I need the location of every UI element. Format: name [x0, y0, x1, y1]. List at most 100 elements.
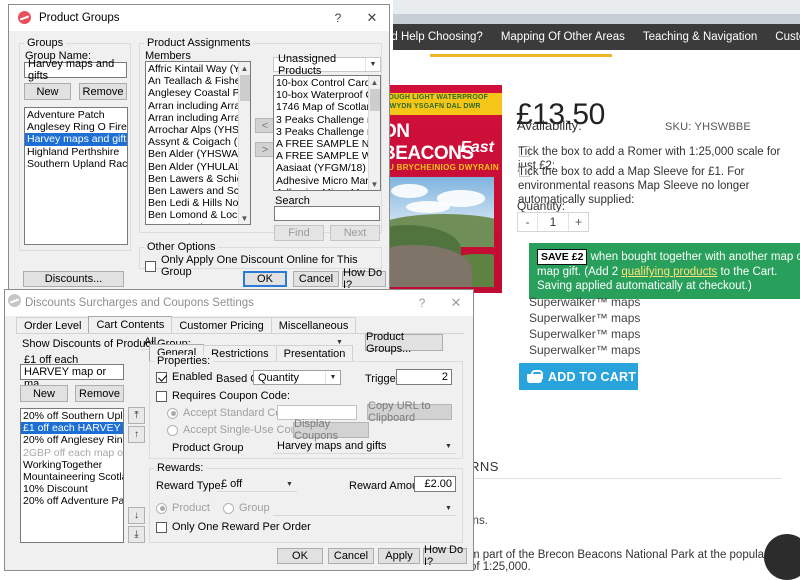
list-item[interactable]: 10-box Waterproof Control Car: [274, 89, 368, 101]
product-groups-button[interactable]: Product Groups...: [365, 331, 443, 355]
scroll-down-icon[interactable]: ▼: [369, 178, 380, 190]
list-item[interactable]: Ben Lawers and Schiehallion (: [146, 185, 238, 197]
discount-name-input[interactable]: £1 off each HARVEY map or ma: [20, 354, 124, 390]
list-item[interactable]: 10% Discount: [21, 483, 123, 495]
list-item[interactable]: 20% off Southern Upland Way Ra: [21, 410, 123, 422]
move-up-icon[interactable]: ↑: [128, 426, 145, 443]
list-item[interactable]: Harvey maps and gifts: [25, 133, 127, 146]
discounts-cancel-button[interactable]: Cancel: [328, 548, 374, 564]
list-item[interactable]: Arrochar Alps (YHSWAA): [146, 124, 238, 136]
list-item[interactable]: Mountaineering Scotland: [21, 471, 123, 483]
list-item[interactable]: 20% off Adventure Patches: [21, 495, 123, 507]
list-item[interactable]: Ben Lawers & Schiehallion (YH: [146, 173, 238, 185]
based-on-dropdown[interactable]: Quantity ▼: [253, 370, 341, 385]
list-item[interactable]: Ben Nevis (YHSWBN): [146, 222, 238, 224]
discount-remove-button[interactable]: Remove: [75, 385, 124, 402]
chevron-down-icon[interactable]: ▼: [325, 371, 340, 384]
chevron-down-icon[interactable]: ▼: [282, 477, 297, 491]
reward-target-dropdown[interactable]: ▼: [273, 501, 456, 516]
close-icon[interactable]: ✕: [439, 290, 473, 316]
move-to-members-button[interactable]: <: [255, 118, 275, 133]
list-item[interactable]: Adventure Patch: [25, 109, 127, 121]
list-item[interactable]: Southern Upland Race Across Sco: [25, 158, 127, 170]
chevron-down-icon[interactable]: ▼: [365, 58, 380, 71]
scroll-up-icon[interactable]: ▲: [369, 76, 380, 88]
list-item[interactable]: 2GBP off each map or guidebook: [21, 447, 123, 459]
tab-cart-contents[interactable]: Cart Contents: [88, 316, 173, 333]
list-item[interactable]: 3 Peaks Challenge map set (YH: [274, 114, 368, 126]
find-button[interactable]: Find: [274, 225, 324, 241]
copy-url-button[interactable]: Copy URL to Clipboard: [367, 400, 452, 424]
list-item[interactable]: Ben Ledi & Hills North of Callan: [146, 197, 238, 209]
move-to-unassigned-button[interactable]: >: [255, 142, 275, 157]
cancel-button[interactable]: Cancel: [293, 271, 339, 287]
main-tabstrip[interactable]: Order Level Cart Contents Customer Prici…: [16, 316, 357, 333]
add-to-cart-button[interactable]: ADD TO CART: [519, 363, 638, 390]
scrollbar-thumb[interactable]: [240, 75, 250, 101]
tab-order-level[interactable]: Order Level: [16, 317, 90, 333]
reward-type-dropdown[interactable]: £ off ▼: [217, 477, 297, 492]
list-item[interactable]: Ben Alder (YHSWAL): [146, 148, 238, 160]
quantity-stepper[interactable]: - 1 +: [517, 212, 589, 232]
list-item[interactable]: 3 Peaks Challenge map set (YH: [274, 126, 368, 138]
group-radio[interactable]: Group: [223, 502, 270, 514]
list-item[interactable]: A FREE SAMPLE North Down: [274, 138, 368, 150]
close-icon[interactable]: ✕: [355, 5, 389, 31]
list-item[interactable]: A FREE SAMPLE West Highla: [274, 150, 368, 162]
list-item[interactable]: Highland Perthshire: [25, 146, 127, 158]
enabled-checkbox[interactable]: Enabled: [156, 371, 212, 383]
quantity-increase-button[interactable]: +: [568, 213, 588, 231]
list-item[interactable]: Adhesive Micro Marker with Co: [274, 187, 368, 190]
qualifying-products-link[interactable]: qualifying products: [621, 266, 717, 278]
how-do-i-button[interactable]: How Do I?: [342, 267, 386, 291]
move-to-top-icon[interactable]: ⤒: [128, 407, 145, 424]
list-item[interactable]: Arran including Arran Coastal W: [146, 100, 238, 112]
chat-bubble-icon[interactable]: [764, 534, 800, 580]
members-scrollbar[interactable]: ▲ ▼: [238, 62, 250, 224]
list-item[interactable]: 10-box Control Cards (100 pack: [274, 77, 368, 89]
ok-button[interactable]: OK: [243, 271, 287, 287]
list-item[interactable]: Aasiaat (YFGM/18): [274, 162, 368, 174]
tab-presentation[interactable]: Presentation: [275, 345, 354, 361]
discounts-listbox[interactable]: 20% off Southern Upland Way Ra £1 off ea…: [20, 408, 124, 543]
discounts-titlebar[interactable]: Discounts Surcharges and Coupons Setting…: [5, 290, 473, 316]
display-coupons-button[interactable]: Display Coupons: [293, 418, 369, 442]
list-item[interactable]: Affric Kintail Way (YHWRAF): [146, 63, 238, 75]
next-button[interactable]: Next: [330, 225, 380, 241]
list-item[interactable]: Assynt & Coigach (YHBMAS): [146, 136, 238, 148]
chevron-down-icon[interactable]: ▼: [441, 439, 456, 453]
help-icon[interactable]: ?: [405, 290, 439, 316]
discounts-how-do-i-button[interactable]: How Do I?: [423, 544, 467, 568]
group-new-button[interactable]: New: [24, 83, 71, 100]
tab-customer-pricing[interactable]: Customer Pricing: [171, 317, 272, 333]
list-item[interactable]: Anglesey Ring O Fire: [25, 121, 127, 133]
quantity-value[interactable]: 1: [538, 213, 568, 231]
unassigned-products-dropdown[interactable]: Unassigned Products ▼: [273, 53, 381, 77]
nav-item-2[interactable]: Teaching & Navigation: [643, 31, 757, 43]
scroll-up-icon[interactable]: ▲: [239, 62, 250, 74]
list-item[interactable]: Ben Lomond & Loch Katrine (Y: [146, 209, 238, 221]
scroll-down-icon[interactable]: ▼: [239, 212, 250, 224]
product-group-dropdown[interactable]: Harvey maps and gifts ▼: [273, 439, 456, 454]
tab-miscellaneous[interactable]: Miscellaneous: [270, 317, 357, 333]
move-down-icon[interactable]: ↓: [128, 507, 145, 524]
list-item[interactable]: £1 off each HARVEY map or map: [21, 422, 123, 435]
unassigned-scrollbar[interactable]: ▲ ▼: [368, 76, 380, 190]
discounts-button[interactable]: Discounts...: [23, 271, 124, 287]
only-one-reward-checkbox[interactable]: Only One Reward Per Order: [156, 521, 311, 533]
product-groups-titlebar[interactable]: Product Groups ? ✕: [9, 5, 389, 31]
nav-item-3[interactable]: Custom Maps & Event Maps: [775, 31, 800, 43]
tab-restrictions[interactable]: Restrictions: [203, 345, 277, 361]
list-item[interactable]: Arran including Arran Coastal W: [146, 112, 238, 124]
trigger-input[interactable]: 2: [396, 369, 452, 385]
list-item[interactable]: An Teallach & Fisherfield (YHS: [146, 75, 238, 87]
group-remove-button[interactable]: Remove: [79, 83, 127, 100]
discount-new-button[interactable]: New: [20, 385, 68, 402]
list-item[interactable]: Adhesive Micro Marker (BMRK: [274, 175, 368, 187]
product-radio[interactable]: Product: [156, 502, 210, 514]
nav-item-0[interactable]: ed Help Choosing?: [393, 31, 483, 43]
group-name-input[interactable]: Harvey maps and gifts: [24, 58, 127, 82]
search-input[interactable]: [274, 206, 380, 221]
nav-item-1[interactable]: Mapping Of Other Areas: [501, 31, 625, 43]
discounts-apply-button[interactable]: Apply: [378, 548, 420, 564]
